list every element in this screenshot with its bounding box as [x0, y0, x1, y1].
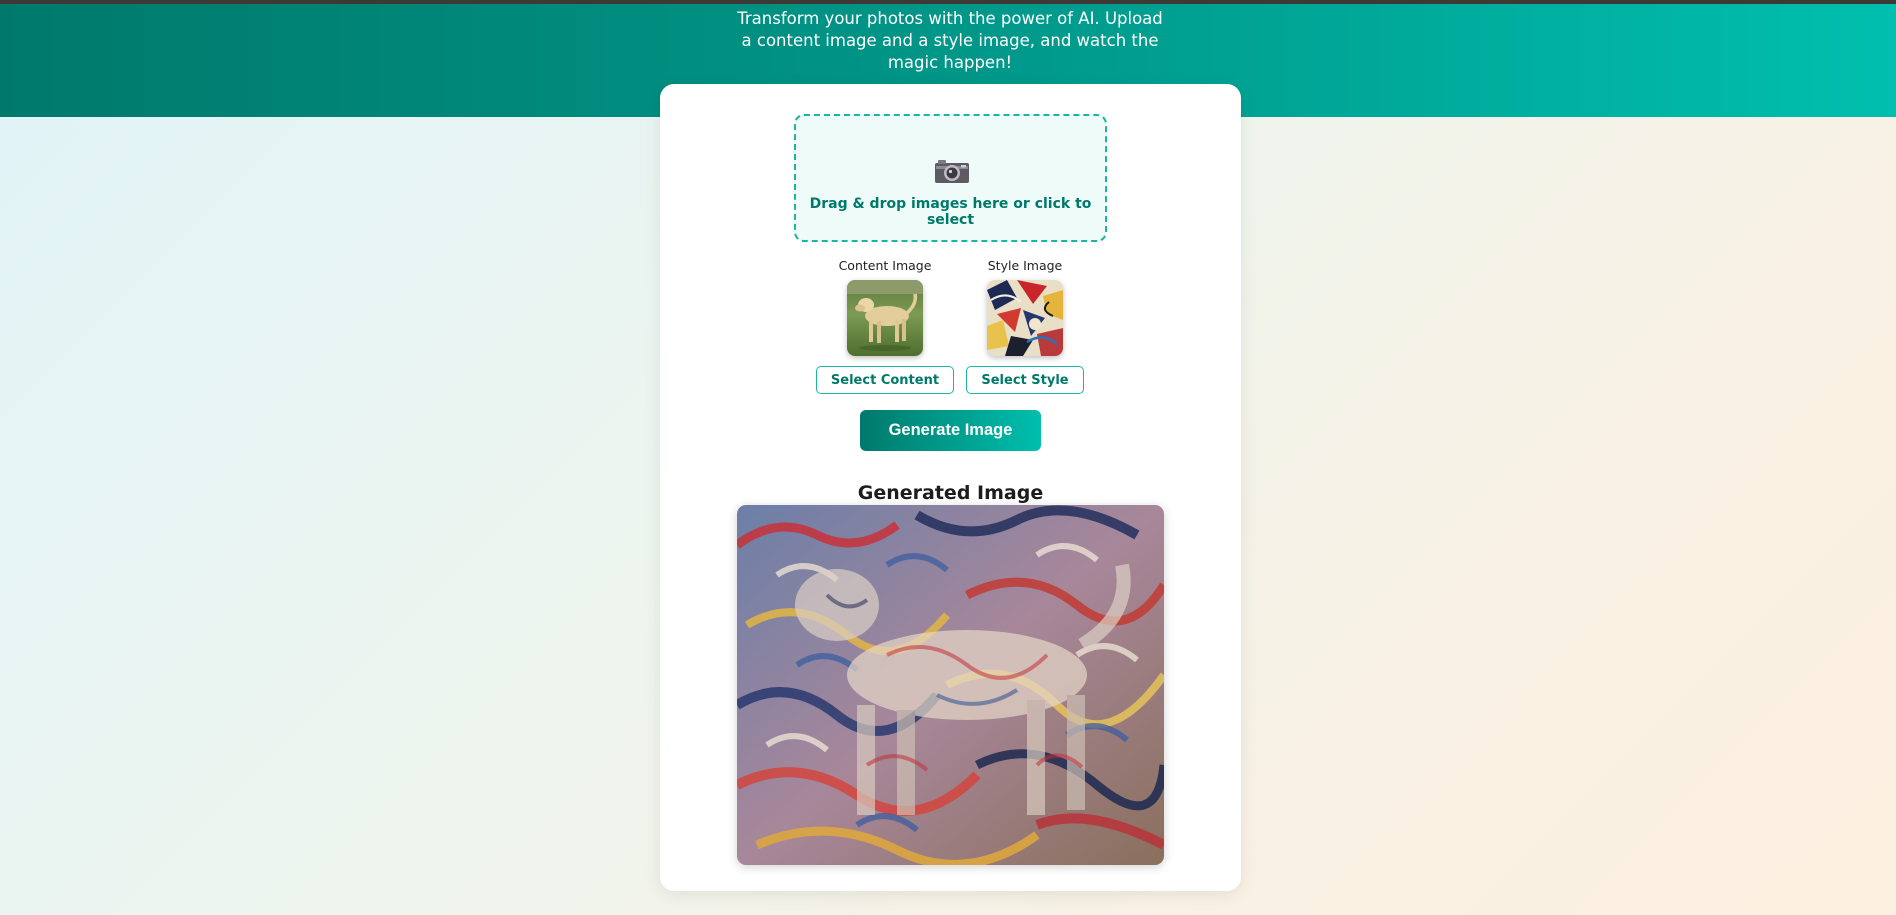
dropzone-text: Drag & drop images here or click to sele… — [809, 196, 1092, 228]
select-content-button[interactable]: Select Content — [815, 366, 955, 394]
generate-image-button[interactable]: Generate Image — [860, 410, 1041, 451]
image-dropzone[interactable]: Drag & drop images here or click to sele… — [794, 114, 1107, 242]
content-image-label: Content Image — [838, 258, 932, 273]
content-image-thumbnail — [847, 280, 923, 356]
content-image-slot: Content Image Select Content — [815, 258, 955, 394]
style-transfer-card: Drag & drop images here or click to sele… — [660, 84, 1241, 891]
generated-image-title: Generated Image — [857, 482, 1044, 504]
hero-description: Transform your photos with the power of … — [737, 9, 1163, 72]
style-image-slot: Style Image Select Style — [955, 258, 1095, 394]
generated-image — [737, 505, 1164, 865]
camera-icon — [934, 158, 970, 184]
select-style-button[interactable]: Select Style — [966, 366, 1084, 394]
style-image-thumbnail — [987, 280, 1063, 356]
style-image-label: Style Image — [987, 258, 1063, 273]
